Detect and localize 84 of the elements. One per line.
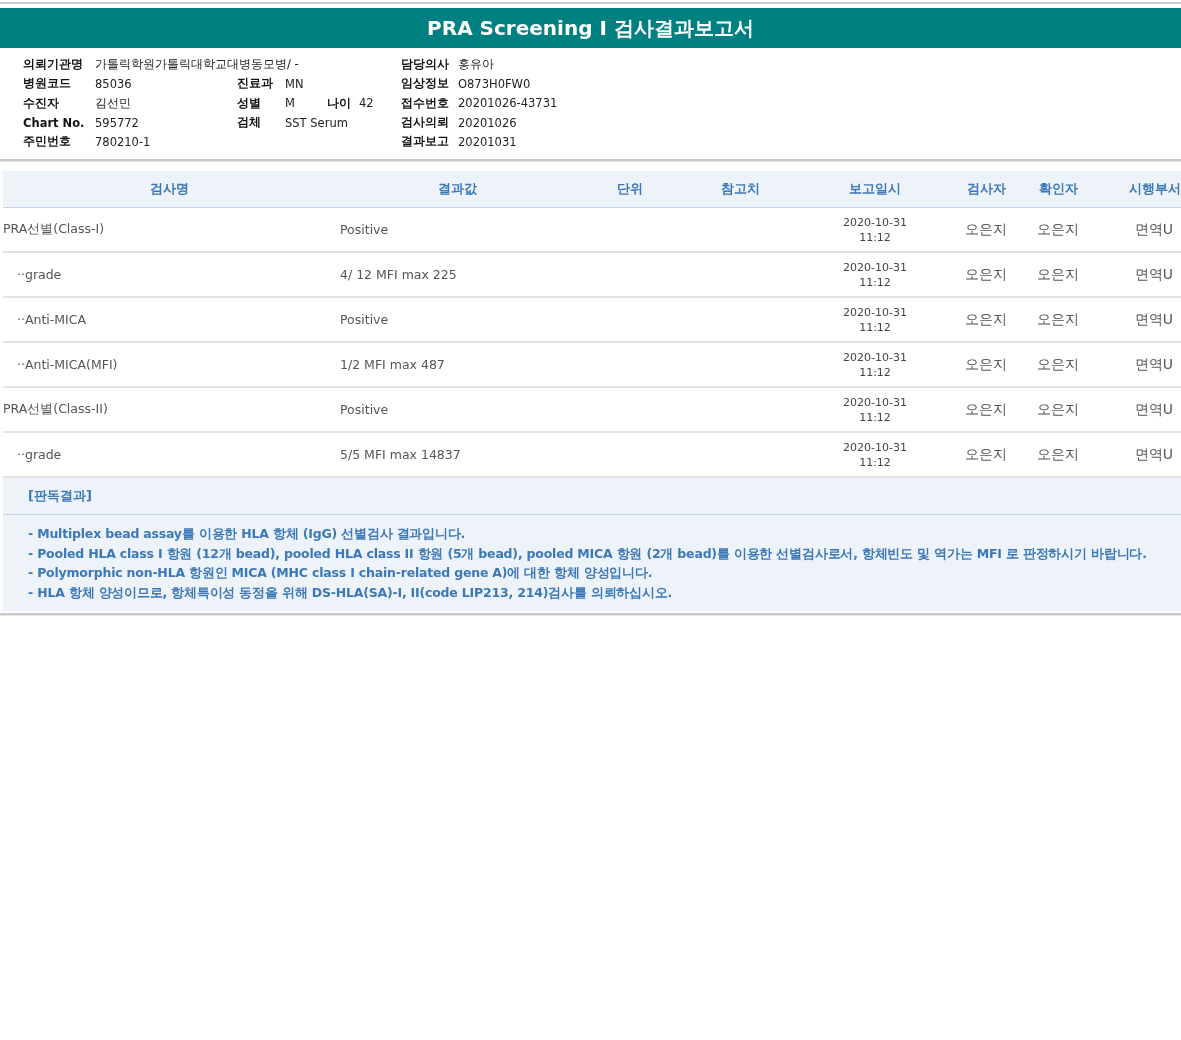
tester-cell-text: 오은지 — [964, 356, 1008, 374]
field-value: 20201031 — [458, 134, 517, 149]
test-name-cell-text: ··grade — [16, 267, 63, 283]
department-cell-text: 면역U — [1133, 221, 1174, 239]
field-label: 나이 — [327, 95, 352, 111]
confirmer-cell-text: 오은지 — [1036, 356, 1080, 374]
test-name-cell-text: ··Anti-MICA(MFI) — [16, 357, 119, 373]
result-cell-text: Positive — [339, 222, 390, 238]
field-label: 검체 — [237, 115, 262, 131]
column-header: 시행부서 — [1128, 180, 1181, 199]
report-date: 2020-10-31 — [843, 350, 907, 365]
field-value: 85036 — [95, 76, 132, 91]
field-value: 20201026 — [458, 115, 517, 130]
department-cell-text: 면역U — [1133, 266, 1174, 284]
column-header: 단위 — [616, 180, 644, 199]
field-label: 진료과 — [237, 76, 274, 92]
result-cell-text: Positive — [339, 402, 390, 418]
tester-cell-text: 오은지 — [964, 446, 1008, 464]
field-label: 담당의사 — [401, 57, 450, 73]
report-time: 11:12 — [859, 410, 891, 425]
report-title: PRA Screening I 검사결과보고서 — [0, 8, 1181, 48]
column-header: 결과값 — [437, 180, 478, 199]
field-value: 42 — [359, 96, 375, 111]
report-date: 2020-10-31 — [843, 260, 907, 275]
column-header: 검사자 — [965, 180, 1007, 199]
test-name-cell-text: PRA선별(Class-II) — [3, 401, 109, 419]
result-cell-text: 4/ 12 MFI max 225 — [339, 267, 458, 283]
field-label: 임상정보 — [401, 76, 450, 92]
field-label: 수진자 — [23, 95, 60, 111]
report-time: 11:12 — [859, 275, 891, 290]
test-name-cell-text: ··Anti-MICA — [16, 312, 88, 328]
report-time: 11:12 — [859, 230, 891, 245]
field-value: SST Serum — [285, 115, 348, 130]
test-name-cell-text: ··grade — [16, 447, 63, 463]
field-value: 780210-1 — [95, 134, 151, 149]
report-date: 2020-10-31 — [843, 305, 907, 320]
interpretation-text: - HLA 항체 양성이므로, 항체특이성 동정을 위해 DS-HLA(SA)-I, II(code LIP213, 214)검사를 의뢰하십시오. — [28, 584, 674, 602]
report-time: 11:12 — [859, 365, 891, 380]
department-cell-text: 면역U — [1133, 356, 1174, 374]
field-label: 주민번호 — [23, 134, 72, 150]
field-label: 접수번호 — [401, 95, 450, 111]
interpretation-text: - Multiplex bead assay를 이용한 HLA 항체 (IgG) 선별검사 결과입니다. — [28, 525, 467, 544]
tester-cell-text: 오은지 — [964, 266, 1008, 284]
report-date: 2020-10-31 — [843, 440, 907, 455]
report-date: 2020-10-31 — [843, 215, 907, 230]
result-cell-text: 5/5 MFI max 14837 — [339, 447, 462, 463]
department-cell-text: 면역U — [1133, 401, 1174, 419]
column-header: 참고치 — [719, 180, 761, 199]
field-label: 결과보고 — [401, 134, 450, 150]
field-value: 홍유아 — [458, 57, 494, 73]
field-value: M — [285, 96, 296, 111]
interpretation-heading: [판독결과] — [28, 487, 92, 506]
field-value: 595772 — [95, 115, 139, 130]
confirmer-cell-text: 오은지 — [1036, 401, 1080, 419]
field-label: 병원코드 — [23, 76, 72, 92]
field-value: MN — [285, 76, 305, 91]
confirmer-cell-text: 오은지 — [1036, 311, 1080, 329]
tester-cell-text: 오은지 — [964, 221, 1008, 239]
field-value: 20201026-43731 — [458, 96, 558, 111]
report-date: 2020-10-31 — [843, 395, 907, 410]
test-name-cell-text: PRA선별(Class-I) — [3, 221, 106, 239]
column-header: 확인자 — [1037, 180, 1079, 199]
confirmer-cell-text: 오은지 — [1036, 221, 1080, 239]
column-header: 보고일시 — [848, 180, 902, 199]
tester-cell-text: 오은지 — [964, 401, 1008, 419]
result-cell-text: Positive — [339, 312, 390, 328]
field-label: Chart No. — [23, 115, 86, 130]
interpretation-text: - Pooled HLA class I 항원 (12개 bead), pooled HLA class II 항원 (5개 bead), pooled MICA 항원 (2개 bead)를 이용한 선별검사로서, 항체빈도 및 역가는 MFI 로 판정하시기 바랍니다. — [28, 545, 1148, 563]
department-cell-text: 면역U — [1133, 311, 1174, 329]
department-cell-text: 면역U — [1133, 446, 1174, 464]
field-label: 의뢰기관명 — [23, 57, 84, 73]
field-value: 김선민 — [95, 95, 131, 111]
confirmer-cell-text: 오은지 — [1036, 266, 1080, 284]
field-label: 성별 — [237, 95, 262, 111]
column-header: 검사명 — [148, 180, 190, 199]
field-value: O873H0FW0 — [458, 76, 531, 91]
report-time: 11:12 — [859, 320, 891, 335]
result-cell-text: 1/2 MFI max 487 — [339, 357, 446, 373]
report-time: 11:12 — [859, 455, 891, 470]
field-label: 검사의뢰 — [401, 115, 450, 131]
confirmer-cell-text: 오은지 — [1036, 446, 1080, 464]
field-value: 가톨릭학원가톨릭대학교대병동모병/ - — [95, 57, 299, 73]
tester-cell-text: 오은지 — [964, 311, 1008, 329]
interpretation-text: - Polymorphic non-HLA 항원인 MICA (MHC class I chain-related gene A)에 대한 항체 양성입니다. — [28, 564, 654, 583]
